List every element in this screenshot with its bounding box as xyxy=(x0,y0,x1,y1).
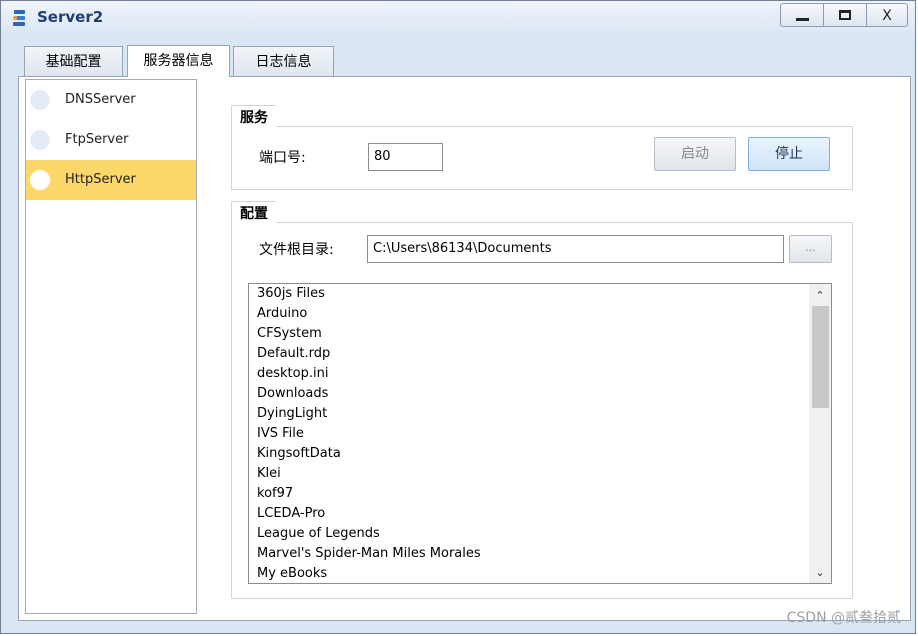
vertical-scrollbar[interactable]: ⌃ ⌄ xyxy=(809,284,831,583)
window-title: Server2 xyxy=(37,8,104,26)
server-item-dns[interactable]: DNSServer xyxy=(26,80,196,120)
file-list-item[interactable]: DyingLight xyxy=(249,404,831,424)
title-bar[interactable]: Server2 X xyxy=(1,1,915,34)
tab-log-info[interactable]: 日志信息 xyxy=(233,46,334,76)
port-input[interactable]: 80 xyxy=(368,143,443,171)
server-app-icon xyxy=(13,10,25,26)
file-list-item[interactable]: desktop.ini xyxy=(249,364,831,384)
status-circle-icon xyxy=(30,90,50,110)
file-list-item[interactable]: 360js Files xyxy=(249,284,831,304)
close-icon: X xyxy=(882,8,892,24)
start-button[interactable]: 启动 xyxy=(654,137,736,171)
file-list-item[interactable]: Klei xyxy=(249,464,831,484)
browse-button[interactable]: ... xyxy=(789,235,832,263)
server-item-label: DNSServer xyxy=(65,92,136,107)
tab-content-panel: DNSServer FtpServer HttpServer 服务 端口号: 8… xyxy=(18,76,911,621)
file-items: 360js Files Arduino CFSystem Default.rdp des… xyxy=(249,284,831,583)
file-list-item[interactable]: My eBooks xyxy=(249,564,831,583)
server-item-label: HttpServer xyxy=(65,172,136,187)
file-list-item[interactable]: LCEDA-Pro xyxy=(249,504,831,524)
maximize-button[interactable] xyxy=(823,3,867,27)
scroll-thumb[interactable] xyxy=(812,306,829,408)
minimize-icon xyxy=(796,18,809,21)
port-label: 端口号: xyxy=(259,150,306,166)
service-group-label: 服务 xyxy=(231,105,276,130)
stop-button[interactable]: 停止 xyxy=(748,137,830,171)
minimize-button[interactable] xyxy=(780,3,824,27)
scroll-down-icon[interactable]: ⌄ xyxy=(809,563,831,583)
tab-server-info[interactable]: 服务器信息 xyxy=(127,45,230,77)
watermark: CSDN @贰叁拾贰 xyxy=(786,610,901,626)
server-item-http[interactable]: HttpServer xyxy=(26,160,196,200)
scroll-up-icon[interactable]: ⌃ xyxy=(809,286,831,306)
file-list-item[interactable]: Default.rdp xyxy=(249,344,831,364)
file-list-item[interactable]: Marvel's Spider-Man Miles Morales xyxy=(249,544,831,564)
maximize-icon xyxy=(839,10,851,20)
file-list-item[interactable]: Arduino xyxy=(249,304,831,324)
file-list-item[interactable]: KingsoftData xyxy=(249,444,831,464)
file-list[interactable]: 360js Files Arduino CFSystem Default.rdp des… xyxy=(248,283,832,584)
file-list-item[interactable]: CFSystem xyxy=(249,324,831,344)
root-dir-label: 文件根目录: xyxy=(259,242,334,258)
server-item-ftp[interactable]: FtpServer xyxy=(26,120,196,160)
status-circle-icon xyxy=(30,170,50,190)
config-group-label: 配置 xyxy=(231,201,276,226)
server-item-label: FtpServer xyxy=(65,132,129,147)
server-window: Server2 X 基础配置 服务器信息 日志信息 DNSServer FtpS… xyxy=(0,0,916,634)
status-circle-icon xyxy=(30,130,50,150)
file-list-item[interactable]: Downloads xyxy=(249,384,831,404)
tab-basic-config[interactable]: 基础配置 xyxy=(24,46,123,76)
file-list-item[interactable]: League of Legends xyxy=(249,524,831,544)
close-button[interactable]: X xyxy=(866,3,908,27)
server-list: DNSServer FtpServer HttpServer xyxy=(25,79,197,614)
file-list-item[interactable]: kof97 xyxy=(249,484,831,504)
file-list-item[interactable]: IVS File xyxy=(249,424,831,444)
root-dir-input[interactable]: C:\Users\86134\Documents xyxy=(367,235,784,263)
